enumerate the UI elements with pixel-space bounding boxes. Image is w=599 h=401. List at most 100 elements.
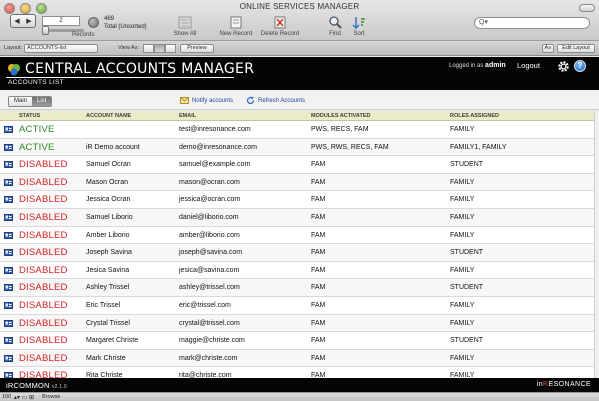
current-record-field[interactable]: 2 xyxy=(42,16,80,26)
account-card-icon[interactable] xyxy=(4,213,13,221)
logged-in-label: Logged in as xyxy=(449,63,484,69)
refresh-icon xyxy=(246,96,255,105)
table-row[interactable]: DISABLED Eric Trissel eric@trissel.com FAM F… xyxy=(0,297,599,315)
window-statusbar: 100 ▴▾ ▭ ⊞ Browse xyxy=(0,392,599,401)
email-cell: joseph@savina.com xyxy=(179,249,243,257)
preview-button[interactable]: Preview xyxy=(180,44,214,53)
edit-layout-button[interactable]: Edit Layout xyxy=(557,44,595,53)
record-slider-knob[interactable] xyxy=(42,26,49,35)
modules-cell: FAM xyxy=(311,337,326,345)
column-header-modules[interactable]: MODULES ACTIVATED xyxy=(311,113,370,119)
account-card-icon[interactable] xyxy=(4,354,13,362)
table-row[interactable]: DISABLED Jesica Savina jesica@savina.com FA… xyxy=(0,262,599,280)
table-row[interactable]: ACTIVE iR Demo account demo@inresonance.co… xyxy=(0,138,599,157)
table-row[interactable]: ACTIVE test@inresonance.com PWS, RECS, FAM… xyxy=(0,121,599,139)
email-cell: amber@liborio.com xyxy=(179,231,240,239)
account-card-icon[interactable] xyxy=(4,178,13,186)
app-logo-icon xyxy=(8,64,20,76)
table-row[interactable]: DISABLED Samuel Ocran samuel@example.com FA… xyxy=(0,156,599,174)
account-card-icon[interactable] xyxy=(4,266,13,274)
account-card-icon[interactable] xyxy=(4,231,13,239)
find-button[interactable]: Find xyxy=(326,16,344,37)
roles-cell: FAMILY xyxy=(450,354,475,362)
account-name-cell: Mark Christe xyxy=(86,354,126,362)
account-card-icon[interactable] xyxy=(4,301,13,309)
table-row[interactable]: DISABLED Joseph Savina joseph@savina.com FA… xyxy=(0,244,599,262)
roles-cell: STUDENT xyxy=(450,161,484,169)
account-name-cell: Samuel Ocran xyxy=(86,161,131,169)
view-as-switcher xyxy=(143,44,176,53)
table-row[interactable]: DISABLED Rita Christe rita@christe.com FAM F… xyxy=(0,367,599,378)
roles-cell: FAMILY1, FAMILY xyxy=(450,143,507,151)
table-row[interactable]: DISABLED Samuel Liborio daniel@liborio.com… xyxy=(0,208,599,227)
status-badge: DISABLED xyxy=(19,194,68,206)
refresh-accounts-label: Refresh Accounts xyxy=(258,97,306,104)
account-card-icon[interactable] xyxy=(4,196,13,204)
table-row[interactable]: DISABLED Margaret Christe maggie@christe.c… xyxy=(0,332,599,350)
show-all-button[interactable]: Show All xyxy=(172,16,198,37)
next-record-icon[interactable]: ▶ xyxy=(26,17,31,25)
logout-link[interactable]: Logout xyxy=(517,61,540,70)
table-row[interactable]: DISABLED Amber Liborio amber@liborio.com FA… xyxy=(0,227,599,245)
email-cell: daniel@liborio.com xyxy=(179,213,239,221)
table-row[interactable]: DISABLED Mark Christe mark@christe.com FAM F… xyxy=(0,349,599,368)
view-as-list-button[interactable] xyxy=(154,44,165,53)
delete-record-button[interactable]: Delete Record xyxy=(258,16,302,37)
column-header-email[interactable]: EMAIL xyxy=(179,113,196,119)
email-cell: ashley@trissel.com xyxy=(179,284,240,292)
tab-main[interactable]: Main xyxy=(9,97,33,106)
text-format-button[interactable]: A≡ xyxy=(542,44,554,53)
new-record-button[interactable]: New Record xyxy=(217,16,255,37)
quick-find-search-input[interactable]: Q▾ xyxy=(474,17,590,29)
account-card-icon[interactable] xyxy=(4,161,13,169)
mode-indicator[interactable]: Browse xyxy=(42,394,60,400)
zoom-level[interactable]: 100 xyxy=(2,394,11,400)
layout-bar: Layout: ACCOUNTS-list View As: Preview A… xyxy=(0,41,599,56)
tab-list[interactable]: List xyxy=(32,97,52,106)
window-titlebar: ONLINE SERVICES MANAGER ◀ ▶ 2 Records 46… xyxy=(0,0,599,41)
email-cell: maggie@christe.com xyxy=(179,337,245,345)
view-as-table-button[interactable] xyxy=(165,44,176,53)
table-header: STATUS ACCOUNT NAME EMAIL MODULES ACTIVA… xyxy=(0,111,599,121)
gear-icon[interactable] xyxy=(557,60,570,73)
status-badge: DISABLED xyxy=(19,317,68,329)
footer-app-name: iRCOMMON v2.1.0 xyxy=(6,381,67,390)
column-header-status[interactable]: STATUS xyxy=(19,113,40,119)
account-card-icon[interactable] xyxy=(4,249,13,257)
accounts-table-body: ACTIVE test@inresonance.com PWS, RECS, FAM… xyxy=(0,121,599,378)
account-card-icon[interactable] xyxy=(4,143,13,151)
search-icon[interactable]: Q▾ xyxy=(479,19,488,26)
account-card-icon[interactable] xyxy=(4,284,13,292)
table-row[interactable]: DISABLED Mason Ocran mason@ocran.com FAM FAM… xyxy=(0,173,599,192)
status-badge: DISABLED xyxy=(19,335,68,347)
sort-button[interactable]: Sort xyxy=(350,16,368,37)
account-card-icon[interactable] xyxy=(4,319,13,327)
layout-select[interactable]: ACCOUNTS-list xyxy=(24,44,98,53)
zoom-controls-icon[interactable]: ▴▾ ▭ ⊞ xyxy=(14,394,34,401)
view-as-form-button[interactable] xyxy=(143,44,154,53)
window-title: ONLINE SERVICES MANAGER xyxy=(239,2,360,11)
status-badge: DISABLED xyxy=(19,247,68,259)
account-card-icon[interactable] xyxy=(4,126,13,133)
roles-cell: FAMILY xyxy=(450,126,475,133)
app-header: CENTRAL ACCOUNTS MANAGER ACCOUNTS LIST L… xyxy=(0,57,599,90)
previous-record-icon[interactable]: ◀ xyxy=(14,17,19,25)
page-title: CENTRAL ACCOUNTS MANAGER xyxy=(25,61,255,77)
account-name-cell: Mason Ocran xyxy=(86,178,129,186)
table-row[interactable]: DISABLED Crystal Trissel crystal@trissel.c… xyxy=(0,314,599,333)
account-card-icon[interactable] xyxy=(4,337,13,345)
record-book-navigator[interactable]: ◀ ▶ xyxy=(10,14,36,28)
account-name-cell: Crystal Trissel xyxy=(86,319,130,327)
table-row[interactable]: DISABLED Ashley Trissel ashley@trissel.com… xyxy=(0,279,599,297)
delete-record-icon xyxy=(274,16,286,29)
toolbar-toggle-button[interactable] xyxy=(579,4,595,12)
column-header-roles[interactable]: ROLES ASSIGNED xyxy=(450,113,499,119)
vertical-scrollbar[interactable] xyxy=(594,111,599,378)
help-icon[interactable]: ? xyxy=(574,60,586,72)
table-row[interactable]: DISABLED Jessica Ocran jessica@ocran.com FA… xyxy=(0,191,599,209)
notify-accounts-button[interactable]: Notify accounts xyxy=(180,96,233,105)
refresh-accounts-button[interactable]: Refresh Accounts xyxy=(246,96,305,105)
app-window: ONLINE SERVICES MANAGER ◀ ▶ 2 Records 46… xyxy=(0,0,599,401)
view-tabs: Main List xyxy=(8,96,53,107)
column-header-account-name[interactable]: ACCOUNT NAME xyxy=(86,113,131,119)
